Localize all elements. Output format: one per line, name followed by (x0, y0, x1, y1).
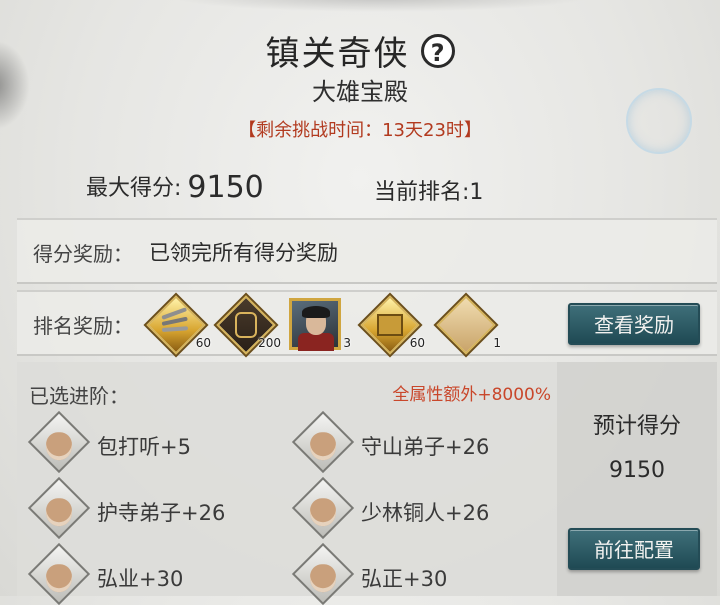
estimated-score-label: 预计得分 (592, 414, 681, 439)
score-reward-panel: 得分奖励： 已领完所有得分奖励 (17, 218, 717, 284)
rank-reward-label: 排名奖励： (33, 314, 133, 338)
hero-portrait-icon (289, 298, 341, 351)
max-score: 最大得分: 9150 (86, 170, 264, 205)
npc-avatar-icon (27, 410, 91, 474)
reward-count: 3 (343, 336, 351, 350)
title-row: 镇关奇侠 ? (0, 26, 720, 75)
npc-name: 弘业+30 (97, 567, 184, 591)
help-icon[interactable]: ? (420, 33, 455, 68)
reward-item-crest-token[interactable]: 200 (216, 295, 281, 355)
stage-name: 大雄宝殿 (312, 78, 408, 106)
npc-name: 少林铜人+26 (361, 501, 490, 525)
reward-count: 200 (258, 336, 281, 350)
reward-count: 1 (493, 336, 501, 350)
npc-name: 包打听+5 (97, 435, 191, 459)
npc-avatar-icon (291, 410, 355, 474)
npc-name: 守山弟子+26 (361, 435, 490, 459)
selected-advancement-panel: 已选进阶： 全属性额外+8000% 包打听+5 守山弟子+26 护寺弟子+26 … (17, 362, 557, 605)
attribute-bonus: 全属性额外+8000% (392, 385, 551, 405)
score-reward-status: 已领完所有得分奖励 (149, 241, 338, 265)
remaining-time: 【剩余挑战时间：13天23时】 (238, 120, 482, 141)
estimated-score-value: 9150 (609, 458, 665, 483)
go-configure-button[interactable]: 前往配置 (568, 528, 700, 570)
reward-count: 60 (409, 336, 425, 350)
max-score-label: 最大得分: (86, 176, 182, 201)
reward-item-title-plaque[interactable]: 1 (436, 295, 501, 355)
npc-name: 护寺弟子+26 (97, 501, 226, 525)
ink-splash-top (170, 0, 590, 12)
selected-advancement-label: 已选进阶： (29, 384, 129, 408)
max-score-value: 9150 (187, 170, 264, 205)
view-rewards-button[interactable]: 查看奖励 (568, 303, 700, 345)
page-title: 镇关奇侠 (265, 34, 410, 74)
score-reward-label: 得分奖励： (33, 242, 133, 266)
reward-item-feather-darts[interactable]: 60 (146, 295, 211, 355)
reward-item-hero-portrait[interactable]: 3 (287, 296, 351, 352)
npc-avatar-icon (291, 476, 355, 540)
npc-avatar-icon (27, 476, 91, 540)
current-rank: 当前排名:1 (374, 180, 484, 205)
reward-count: 60 (195, 336, 211, 350)
title-plaque-icon (436, 295, 496, 355)
reward-item-golden-book[interactable]: 60 (360, 295, 425, 355)
npc-name: 弘正+30 (361, 567, 448, 591)
